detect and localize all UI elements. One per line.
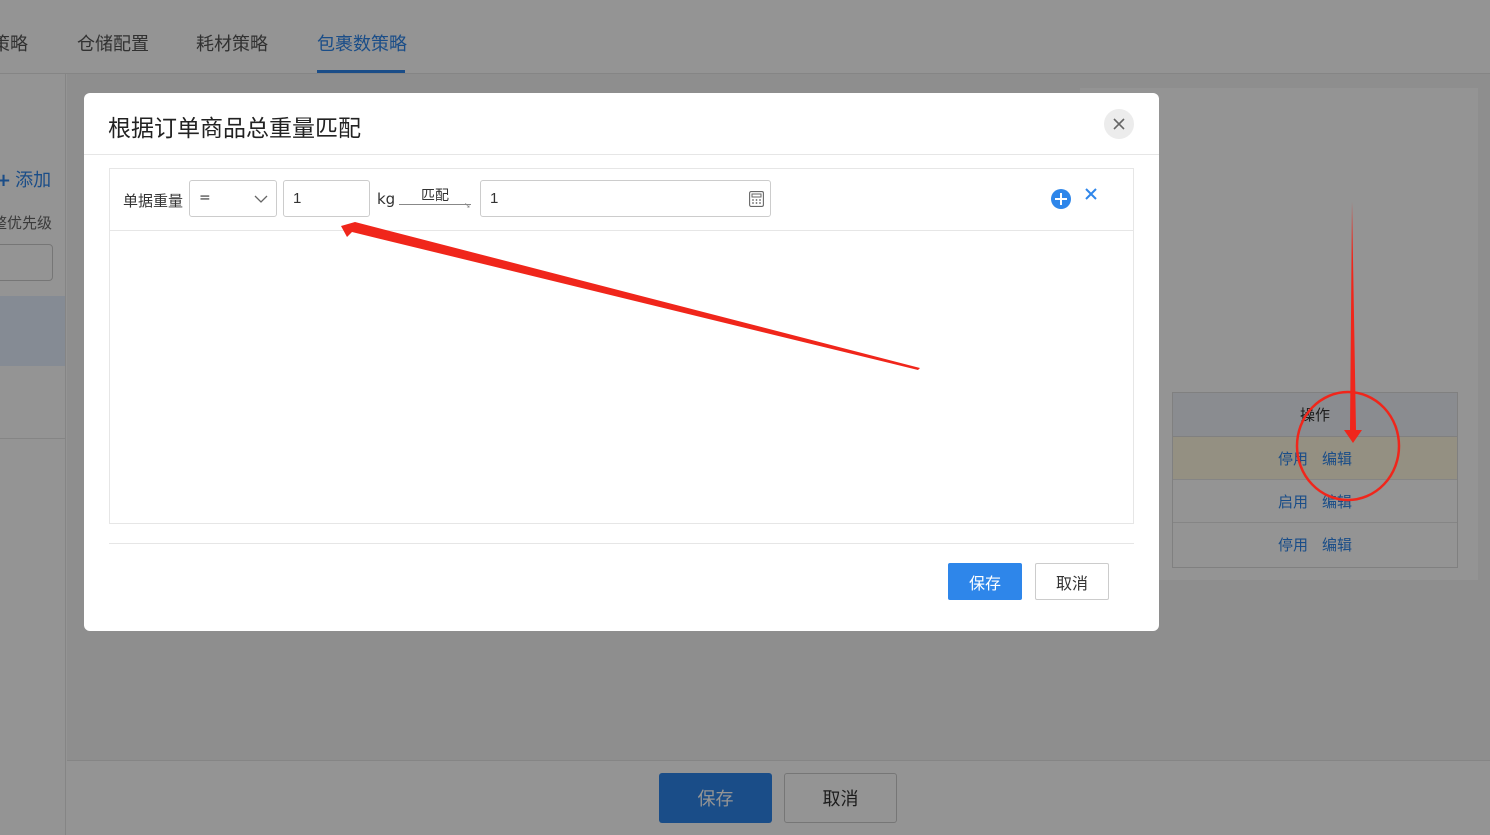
operator-value: =: [199, 190, 211, 206]
package-count-input[interactable]: 1: [480, 180, 771, 217]
rule-row: 单据重量 = kg 匹配 ➘ 1: [110, 169, 1133, 231]
dialog-cancel-button[interactable]: 取消: [1035, 563, 1109, 600]
dialog-save-button[interactable]: 保存: [948, 563, 1022, 600]
operator-select[interactable]: =: [189, 180, 277, 217]
calculator-icon: [749, 191, 764, 207]
rule-list: 单据重量 = kg 匹配 ➘ 1: [109, 168, 1134, 524]
chevron-down-icon: [254, 195, 268, 203]
close-button[interactable]: [1104, 109, 1134, 139]
unit-label: kg: [377, 190, 396, 208]
package-count-value: 1: [490, 190, 499, 207]
close-icon: [1113, 118, 1125, 130]
dialog-title: 根据订单商品总重量匹配: [108, 116, 361, 142]
match-arrow-line: [399, 204, 471, 205]
add-rule-icon[interactable]: [1051, 189, 1071, 209]
match-label: 匹配: [421, 188, 449, 204]
arrow-head-icon: ➘: [464, 201, 471, 210]
weight-match-dialog: 根据订单商品总重量匹配 单据重量 = kg 匹配 ➘ 1: [84, 93, 1159, 631]
delete-rule-icon[interactable]: [1084, 187, 1098, 201]
dialog-header: 根据订单商品总重量匹配: [84, 93, 1159, 155]
dialog-footer-divider: [109, 543, 1134, 544]
weight-input[interactable]: [283, 180, 370, 217]
field-label: 单据重量: [123, 192, 184, 210]
